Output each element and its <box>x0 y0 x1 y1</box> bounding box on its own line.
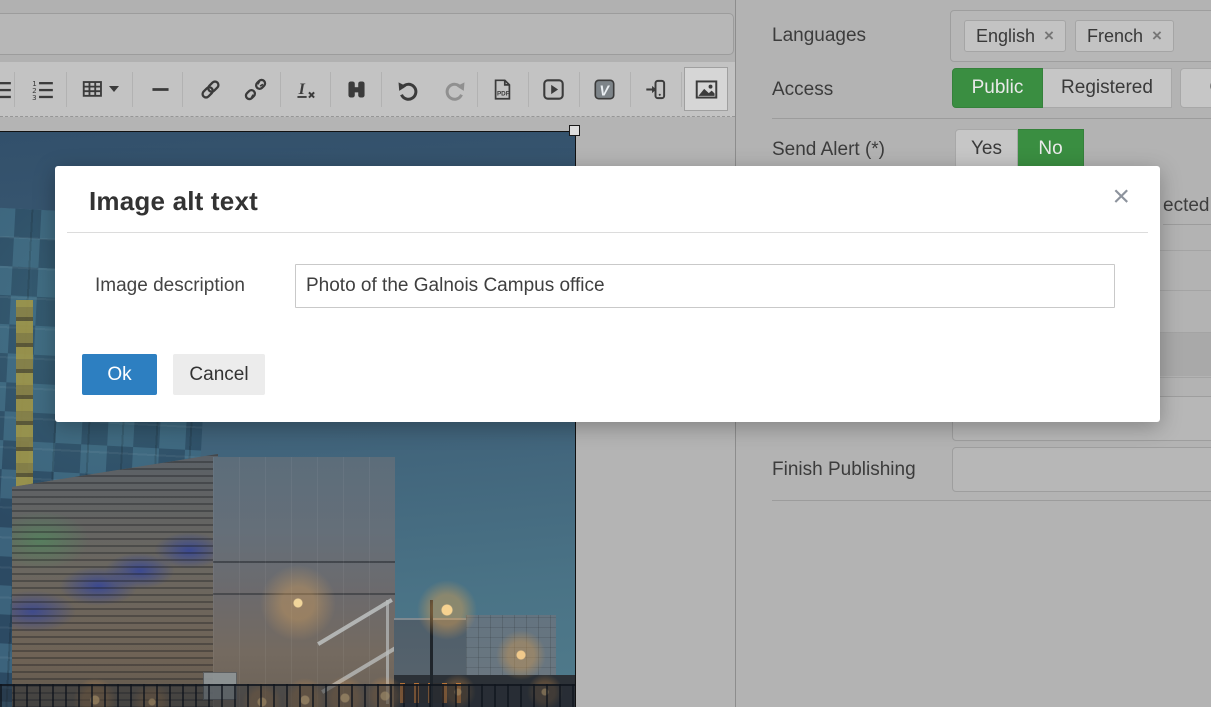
list-row-divider <box>1160 377 1211 378</box>
finish-publishing-label: Finish Publishing <box>772 459 916 481</box>
sidebar-divider <box>772 118 1211 119</box>
image-description-label: Image description <box>95 275 295 297</box>
cms-editor-screen: 123 I P <box>0 0 1211 707</box>
undo-icon[interactable] <box>385 67 429 111</box>
photo-lamp-glow <box>417 580 477 640</box>
remove-tag-icon[interactable]: × <box>1152 26 1162 46</box>
svg-text:3: 3 <box>32 92 37 100</box>
access-option-group[interactable]: Gr <box>1180 68 1211 108</box>
insert-media-icon[interactable] <box>531 67 575 111</box>
access-label: Access <box>772 79 833 101</box>
access-option-registered[interactable]: Registered <box>1043 68 1172 108</box>
send-alert-yes[interactable]: Yes <box>955 129 1018 169</box>
send-to-device-icon[interactable] <box>633 67 677 111</box>
language-tag-french[interactable]: French × <box>1075 20 1174 52</box>
languages-tag-input[interactable]: English × French × <box>950 10 1211 62</box>
dialog-title: Image alt text <box>89 186 1126 217</box>
photo-fence <box>0 684 576 707</box>
svg-text:V: V <box>599 83 610 99</box>
dialog-body: Image description <box>55 233 1160 308</box>
cancel-button[interactable]: Cancel <box>173 354 265 395</box>
access-button-group: Public Registered <box>952 68 1172 108</box>
sidebar-divider <box>772 500 1211 501</box>
dialog-footer: Ok Cancel <box>55 308 1160 395</box>
sidebar-divider <box>1163 224 1211 225</box>
ok-button[interactable]: Ok <box>82 354 157 395</box>
bullet-list-icon[interactable] <box>0 67 22 111</box>
languages-label: Languages <box>772 25 866 47</box>
svg-text:PDF: PDF <box>496 90 509 97</box>
unlink-icon[interactable] <box>233 67 277 111</box>
insert-image-icon[interactable] <box>684 67 728 111</box>
finish-publishing-input[interactable] <box>952 447 1211 492</box>
dialog-header: Image alt text × <box>67 166 1148 233</box>
image-alt-text-dialog: Image alt text × Image description Ok Ca… <box>55 166 1160 422</box>
image-description-input[interactable] <box>295 264 1115 308</box>
find-replace-icon[interactable] <box>334 67 378 111</box>
chevron-down-icon <box>109 86 119 92</box>
article-title-field[interactable] <box>0 13 734 55</box>
send-alert-toggle: Yes No <box>955 129 1084 169</box>
export-pdf-icon[interactable]: PDF <box>480 67 524 111</box>
occluded-text-fragment: ected. <box>1163 195 1211 217</box>
numbered-list-icon[interactable]: 123 <box>20 67 64 111</box>
table-icon[interactable] <box>70 67 130 111</box>
horizontal-rule-icon[interactable] <box>138 67 182 111</box>
insert-vimeo-icon[interactable]: V <box>582 67 626 111</box>
editor-toolbar: 123 I P <box>0 62 735 117</box>
close-icon[interactable]: × <box>1112 182 1130 212</box>
language-tag-english[interactable]: English × <box>964 20 1066 52</box>
list-row-highlight <box>1160 333 1211 376</box>
clear-formatting-icon[interactable]: I <box>283 67 327 111</box>
redo-icon[interactable] <box>433 67 477 111</box>
list-row-divider <box>1160 290 1211 291</box>
access-option-public[interactable]: Public <box>952 68 1043 108</box>
send-alert-no[interactable]: No <box>1018 129 1084 169</box>
link-icon[interactable] <box>188 67 232 111</box>
access-button-group-overflow: Gr <box>1180 68 1211 108</box>
list-row-divider <box>1160 250 1211 251</box>
send-alert-label: Send Alert (*) <box>772 139 885 161</box>
svg-text:I: I <box>297 81 305 98</box>
remove-tag-icon[interactable]: × <box>1044 26 1054 46</box>
image-resize-handle[interactable] <box>569 125 580 136</box>
